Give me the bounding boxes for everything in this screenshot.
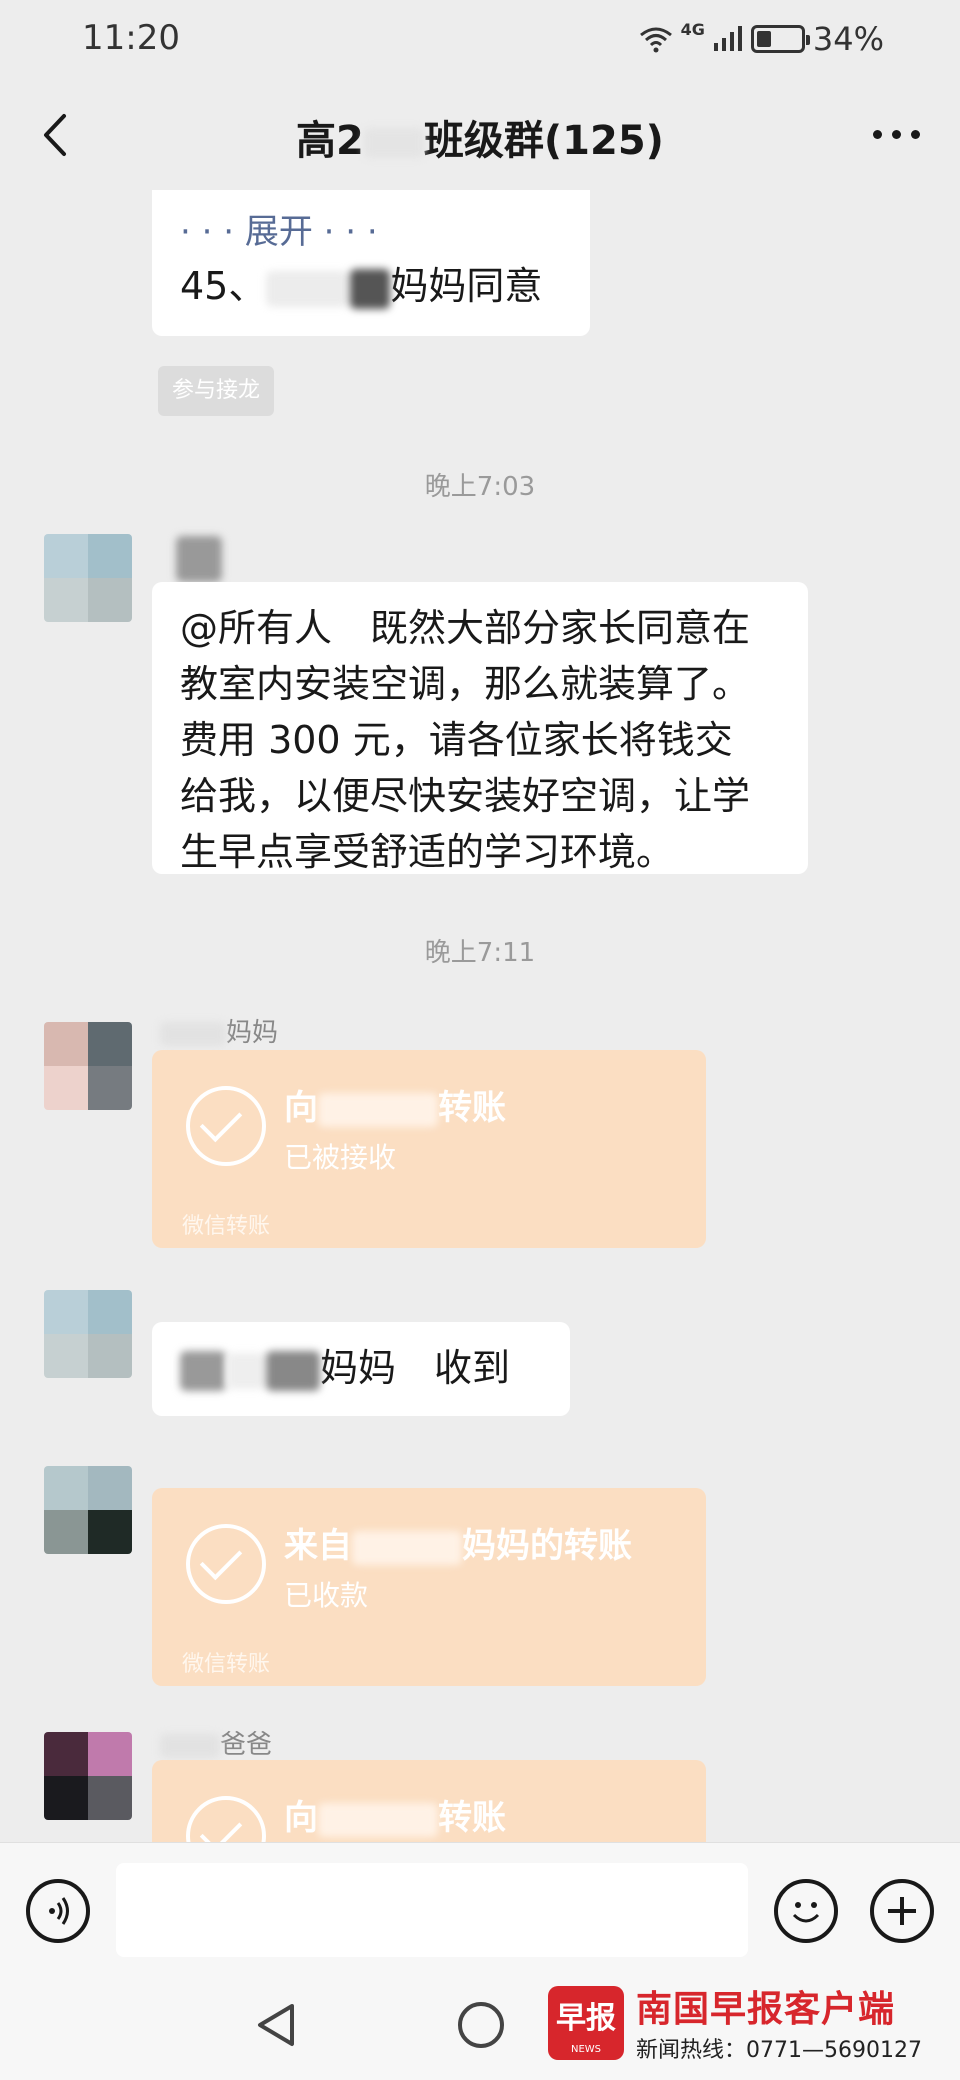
message-input[interactable] bbox=[116, 1863, 748, 1957]
transfer-card[interactable]: 来自 妈妈的转账 已收款 微信转账 bbox=[152, 1488, 706, 1686]
battery-icon bbox=[750, 25, 810, 53]
news-logo-sub: NEWS bbox=[570, 2044, 602, 2055]
transfer-title-prefix: 向 bbox=[284, 1088, 318, 1128]
transfer-footer: 微信转账 bbox=[182, 1214, 271, 1239]
battery-fill bbox=[756, 31, 771, 47]
transfer-title-suffix: 妈妈的转账 bbox=[462, 1526, 632, 1566]
transfer-title-suffix: 转账 bbox=[438, 1088, 506, 1128]
transfer-title-prefix: 来自 bbox=[284, 1526, 352, 1566]
expand-link[interactable]: · · · 展开 · · · bbox=[180, 206, 562, 258]
check-circle-icon bbox=[186, 1524, 266, 1604]
news-hotline: 新闻热线：0771—5690127 bbox=[636, 2038, 922, 2063]
check-circle-icon bbox=[186, 1086, 266, 1166]
chat-title: 高2 班级群(125) bbox=[0, 108, 960, 166]
wifi-icon bbox=[639, 27, 672, 53]
avatar[interactable] bbox=[44, 1466, 132, 1554]
redacted-blur bbox=[363, 128, 424, 158]
avatar[interactable] bbox=[44, 1290, 132, 1378]
avatar[interactable] bbox=[44, 1732, 132, 1820]
more-dots-icon[interactable] bbox=[873, 130, 920, 139]
redacted-blur bbox=[350, 268, 391, 309]
news-watermark: 早报 NEWS 南国早报客户端 新闻热线：0771—5690127 bbox=[548, 1980, 938, 2068]
transfer-footer: 微信转账 bbox=[182, 1652, 271, 1677]
redacted-blur bbox=[352, 1530, 462, 1565]
announcement-line-5: 生早点享受舒适的学习环境。 bbox=[180, 830, 675, 874]
transfer-status: 已收款 bbox=[284, 1579, 369, 1612]
chat-messages[interactable]: · · · 展开 · · · 45、 妈妈同意 参与接龙 晚上7:03 @所有人 … bbox=[0, 190, 960, 1842]
avatar[interactable] bbox=[44, 1022, 132, 1110]
redacted-blur bbox=[180, 1350, 226, 1391]
status-bar: 11:20 4G 34% bbox=[0, 0, 960, 80]
battery-percent: 34% bbox=[812, 20, 884, 58]
sender-name: 爸爸 bbox=[160, 1724, 272, 1761]
sender-name-text: 妈妈 bbox=[226, 1018, 279, 1048]
emoji-icon[interactable] bbox=[774, 1879, 838, 1943]
reply-bubble[interactable]: 妈妈 收到 bbox=[152, 1322, 570, 1416]
chat-header: 高2 班级群(125) bbox=[0, 80, 960, 190]
announcement-line-3: 费用 300 元，请各位家长将钱交 bbox=[180, 718, 733, 762]
redacted-blur bbox=[266, 1350, 320, 1391]
input-bar bbox=[0, 1842, 960, 1972]
transfer-status: 已被接收 bbox=[284, 1141, 397, 1174]
announcement-line-1: @所有人 既然大部分家长同意在 bbox=[180, 606, 751, 650]
jielong-bubble[interactable]: · · · 展开 · · · 45、 妈妈同意 bbox=[152, 190, 590, 336]
jielong-entry: 45、 妈妈同意 bbox=[180, 258, 562, 314]
avatar[interactable] bbox=[44, 534, 132, 622]
status-time: 11:20 bbox=[82, 18, 180, 58]
transfer-card[interactable]: 向 转账 已被接收 微信转账 bbox=[152, 1050, 706, 1248]
announcement-bubble[interactable]: @所有人 既然大部分家长同意在 教室内安装空调，那么就装算了。 费用 300 元… bbox=[152, 582, 808, 874]
plus-icon[interactable] bbox=[870, 1879, 934, 1943]
jielong-join-button[interactable]: 参与接龙 bbox=[158, 366, 274, 416]
news-logo-text: 早报 bbox=[556, 2001, 616, 2036]
sender-name-text: 爸爸 bbox=[220, 1730, 273, 1760]
jielong-entry-number: 45、 bbox=[180, 264, 267, 308]
chat-title-prefix: 高2 bbox=[296, 118, 364, 164]
transfer-title: 向 转账 bbox=[284, 1790, 506, 1839]
redacted-blur bbox=[318, 1802, 438, 1837]
timestamp: 晚上7:03 bbox=[424, 472, 536, 502]
sender-name: 妈妈 bbox=[160, 1012, 278, 1049]
jielong-entry-text: 妈妈同意 bbox=[390, 264, 543, 308]
network-type: 4G bbox=[680, 20, 705, 39]
status-indicators: 4G 34% bbox=[639, 20, 884, 58]
announcement-line-2: 教室内安装空调，那么就装算了。 bbox=[180, 662, 751, 706]
transfer-card[interactable]: 向 转账 bbox=[152, 1760, 706, 1842]
transfer-title: 向 转账 bbox=[284, 1080, 506, 1129]
news-name: 南国早报客户端 bbox=[636, 1989, 896, 2030]
check-circle-icon bbox=[186, 1796, 266, 1842]
timestamp: 晚上7:11 bbox=[424, 938, 536, 968]
chat-title-suffix: 班级群(125) bbox=[423, 118, 664, 164]
news-logo: 早报 NEWS bbox=[548, 1986, 624, 2060]
reply-text: 妈妈 收到 bbox=[320, 1346, 511, 1390]
redacted-blur bbox=[318, 1092, 438, 1127]
redacted-blur bbox=[160, 1021, 226, 1046]
transfer-title-prefix: 向 bbox=[284, 1798, 318, 1838]
redacted-blur bbox=[226, 1352, 266, 1389]
nav-back-icon[interactable] bbox=[254, 2002, 300, 2048]
transfer-title-suffix: 转账 bbox=[438, 1798, 506, 1838]
redacted-blur bbox=[266, 270, 351, 307]
sender-name-blur bbox=[176, 536, 222, 582]
announcement-line-4: 给我，以便尽快安装好空调，让学 bbox=[180, 774, 751, 818]
nav-home-icon[interactable] bbox=[458, 2002, 504, 2048]
signal-icon bbox=[713, 26, 742, 51]
transfer-title: 来自 妈妈的转账 bbox=[284, 1518, 632, 1567]
voice-icon[interactable] bbox=[26, 1879, 90, 1943]
redacted-blur bbox=[160, 1733, 220, 1758]
